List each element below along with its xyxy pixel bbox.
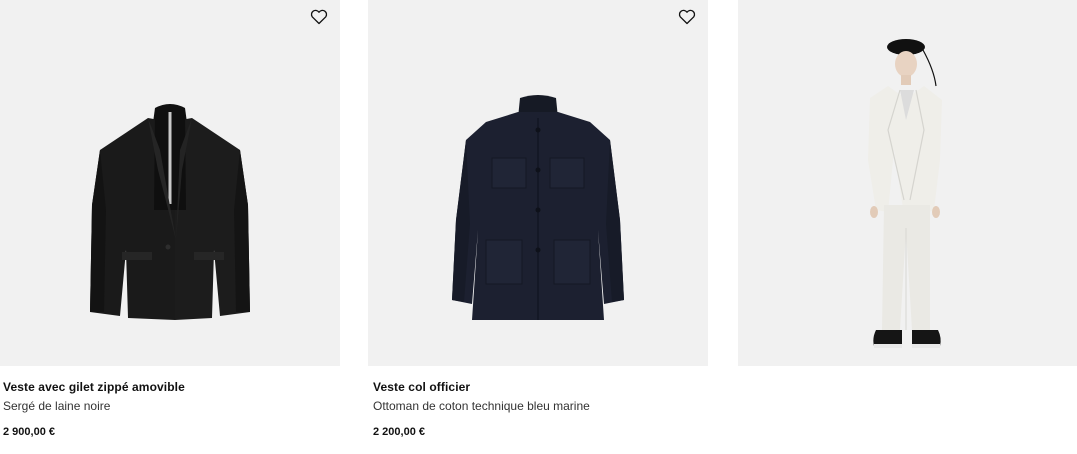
- product-image[interactable]: [0, 0, 340, 366]
- wishlist-heart-icon[interactable]: [310, 9, 328, 25]
- product-name[interactable]: Veste avec gilet zippé amovible: [3, 380, 185, 394]
- product-card[interactable]: Veste avec gilet zippé amovible Sergé de…: [0, 0, 340, 454]
- model-white-suit-image: [868, 39, 942, 348]
- product-image[interactable]: [368, 0, 708, 366]
- product-card[interactable]: [738, 0, 1077, 454]
- navy-jacket-image: [452, 95, 624, 320]
- product-card[interactable]: Veste col officier Ottoman de coton tech…: [368, 0, 708, 454]
- wishlist-heart-icon[interactable]: [678, 9, 696, 25]
- product-price: 2 200,00 €: [373, 426, 425, 438]
- black-jacket-image: [90, 104, 250, 320]
- product-price: 2 900,00 €: [3, 426, 55, 438]
- product-name[interactable]: Veste col officier: [373, 380, 470, 394]
- product-image[interactable]: [738, 0, 1077, 366]
- product-material: Ottoman de coton technique bleu marine: [373, 399, 590, 413]
- product-material: Sergé de laine noire: [3, 399, 111, 413]
- product-grid: Veste avec gilet zippé amovible Sergé de…: [0, 0, 1077, 454]
